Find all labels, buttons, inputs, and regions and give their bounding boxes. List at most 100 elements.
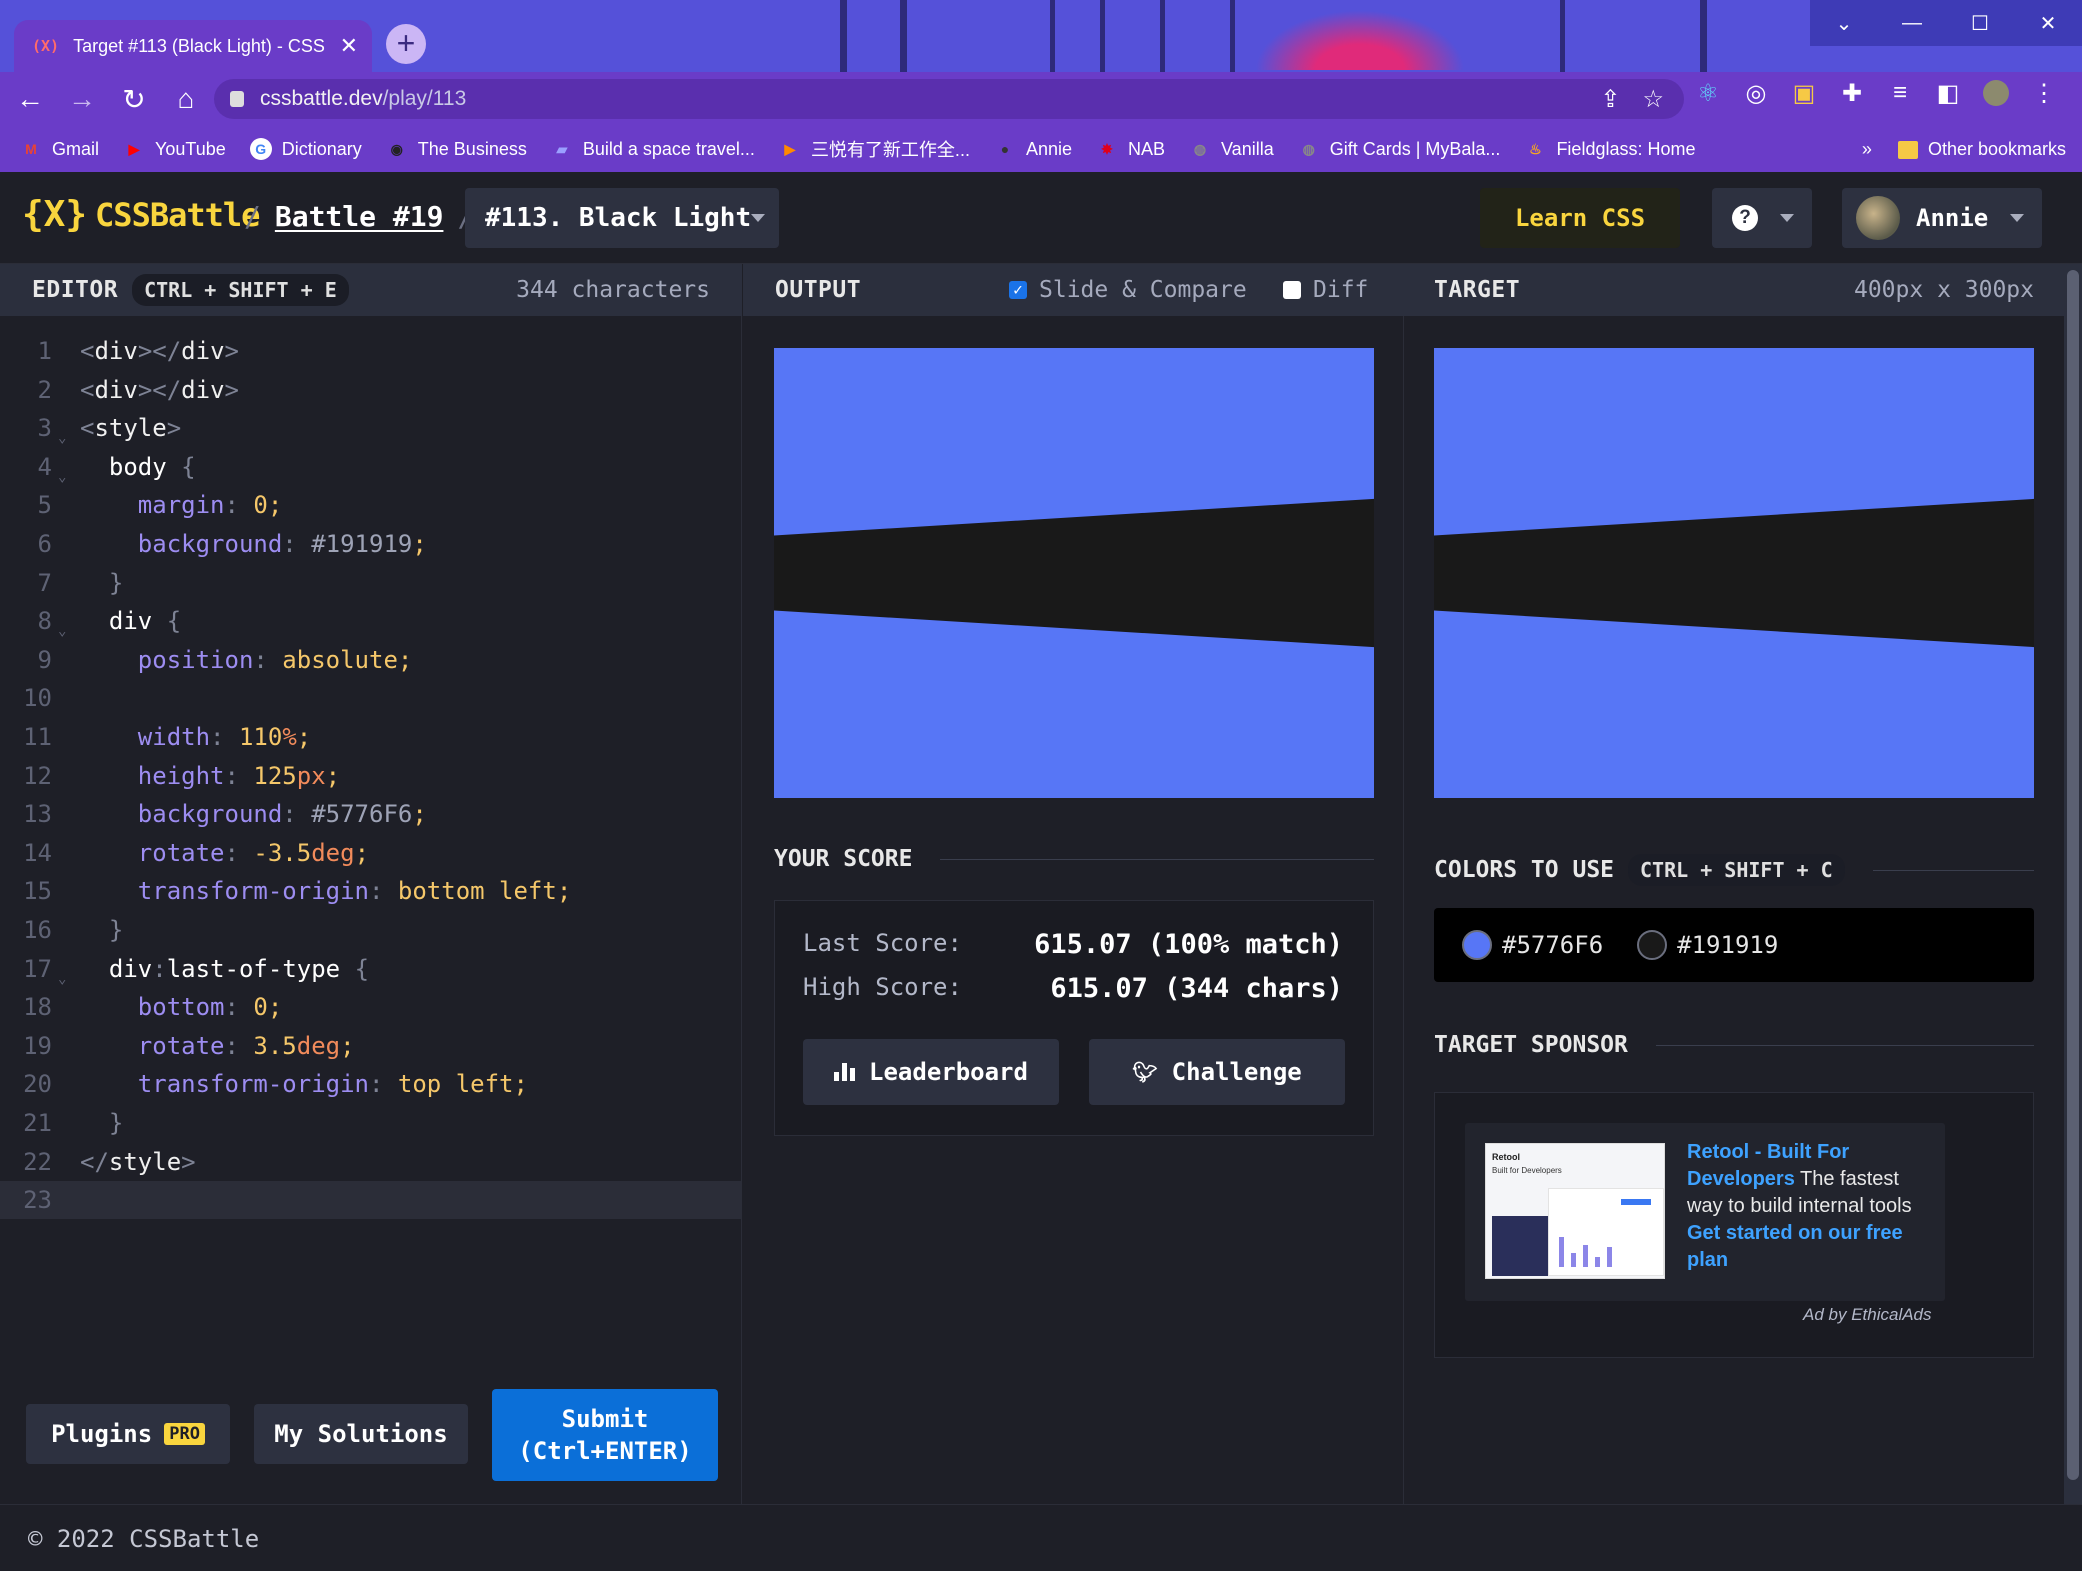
editor-label: EDITOR [32,277,119,303]
code-line[interactable]: 10 [0,679,742,717]
nab-icon: ✸ [1101,141,1113,157]
slide-compare-toggle[interactable]: ✓ Slide & Compare [1009,277,1247,303]
cssbattle-logo[interactable]: {X} CSSBattle [22,194,260,235]
bookmark-item[interactable]: ♨ Fieldglass: Home [1524,138,1695,160]
play-icon: ▶ [784,141,796,157]
bookmark-item[interactable]: M Gmail [20,138,99,160]
bar-chart-icon [834,1063,856,1081]
help-menu-button[interactable]: ? [1712,188,1812,248]
code-text: transform-origin: bottom left; [137,877,572,906]
bookmark-item[interactable]: ▰ Build a space travel... [551,138,754,160]
home-icon[interactable]: ⌂ [164,83,208,115]
logo-mark: {X} [22,194,88,235]
media-control-icon[interactable]: ≡ [1887,79,1913,106]
leaderboard-button[interactable]: Leaderboard [803,1039,1059,1105]
page-scrollbar[interactable] [2064,264,2082,1504]
app-header: {X} CSSBattle / Battle #19 / #113. Black… [0,172,2082,264]
code-line[interactable]: 19 rotate: 3.5deg; [0,1027,742,1065]
code-text: } [108,916,124,944]
footer: © 2022 CSSBattle [0,1504,2082,1571]
bookmark-item[interactable]: ✸ NAB [1096,138,1165,160]
code-text: </style> [80,1147,196,1176]
code-line[interactable]: 18 bottom: 0; [0,988,742,1026]
bookmark-item[interactable]: ▶ 三悦有了新工作全... [779,136,970,162]
diff-toggle[interactable]: Diff [1283,277,1368,303]
ad-card[interactable]: Retool Built for Developers Retool - Bui… [1465,1123,1945,1301]
bookmark-item[interactable]: ◍ Vanilla [1189,138,1274,160]
forward-icon[interactable]: → [60,83,104,115]
ad-attribution[interactable]: Ad by EthicalAds [1803,1305,1932,1325]
bookmarks-overflow-icon[interactable]: » [1862,139,1872,160]
output-canvas[interactable] [774,348,1374,798]
my-solutions-button[interactable]: My Solutions [254,1404,468,1464]
code-line[interactable]: 20 transform-origin: top left; [0,1065,742,1103]
close-window-icon[interactable]: ✕ [2014,0,2082,46]
color-swatch-dark[interactable]: #191919 [1637,930,1778,960]
minimize-icon[interactable]: — [1878,0,1946,46]
code-line[interactable]: 12 height: 125px; [0,757,742,795]
bookmark-item[interactable]: ● Annie [994,138,1072,160]
learn-css-button[interactable]: Learn CSS [1480,188,1680,248]
new-tab-button[interactable]: + [386,24,426,64]
last-score-row: Last Score: 615.07 (100% match) [803,929,1343,960]
maximize-icon[interactable]: ☐ [1946,0,2014,46]
bookmark-item[interactable]: G Dictionary [249,138,362,160]
code-line[interactable]: 21 } [0,1104,742,1142]
target-selector[interactable]: #113. Black Light [465,188,779,248]
react-devtools-icon[interactable]: ⚛ [1695,80,1721,107]
address-bar[interactable]: cssbattle.dev/play/113 ⇪ ☆ [214,79,1684,119]
other-bookmarks[interactable]: Other bookmarks [1897,139,2066,160]
code-line[interactable]: 15 transform-origin: bottom left; [0,872,742,910]
bookmark-item[interactable]: ◉ The Business [386,138,527,160]
reload-icon[interactable]: ↻ [112,83,156,116]
slide-compare-checkbox[interactable]: ✓ [1009,281,1027,299]
target-canvas[interactable] [1434,348,2034,798]
bookmark-item[interactable]: ◍ Gift Cards | MyBala... [1298,138,1501,160]
scrollbar-thumb[interactable] [2067,270,2079,1480]
tab-search-icon[interactable]: ⌄ [1810,0,1878,46]
code-line[interactable]: 17 ⌄ div:last-of-type { [0,950,742,988]
bookmark-item[interactable]: ▶ YouTube [123,138,226,160]
puzzle-extensions-icon[interactable]: ✚ [1839,80,1865,107]
code-line[interactable]: 11 width: 110%; [0,718,742,756]
ad-text[interactable]: Retool - Built For Developers The fastes… [1687,1139,1935,1274]
bookmark-star-icon[interactable]: ☆ [1642,85,1664,114]
submit-button[interactable]: Submit (Ctrl+ENTER) [492,1389,718,1481]
code-line[interactable]: 22 </style> [0,1143,742,1181]
profile-avatar-icon[interactable] [1983,80,2009,106]
code-line[interactable]: 1 <div></div> [0,332,742,370]
user-name: Annie [1916,204,1989,232]
code-line[interactable]: 8 ⌄ div { [0,602,742,640]
code-line[interactable]: 2 <div></div> [0,371,742,409]
color-swatch-blue[interactable]: #5776F6 [1462,930,1603,960]
close-tab-icon[interactable]: ✕ [340,33,358,59]
battle-link[interactable]: Battle #19 [275,200,444,233]
code-line[interactable]: 4 ⌄ body { [0,448,742,486]
diff-checkbox[interactable] [1283,281,1301,299]
browser-menu-icon[interactable]: ⋮ [2031,80,2057,107]
code-line[interactable]: 6 background: #191919; [0,525,742,563]
globe-icon: ◍ [1193,141,1207,157]
code-line[interactable]: 9 position: absolute; [0,641,742,679]
code-line[interactable]: 23 [0,1181,742,1220]
code-line[interactable]: 3 ⌄ <style> [0,409,742,447]
code-editor[interactable]: 1 <div></div> 2 <div></div> 3 ⌄ <style> 4 ⌄ body… [0,316,742,1504]
target-extension-icon[interactable]: ◎ [1743,80,1769,107]
code-line[interactable]: 7 } [0,564,742,602]
cssbattle-favicon: (X) [32,37,60,55]
ad-image[interactable]: Retool Built for Developers [1485,1143,1665,1279]
code-line[interactable]: 13 background: #5776F6; [0,795,742,833]
share-icon[interactable]: ⇪ [1600,85,1620,114]
plugins-button[interactable]: Plugins PRO [26,1404,230,1464]
color-extension-icon[interactable]: ▣ [1791,80,1817,107]
code-line[interactable]: 14 rotate: -3.5deg; [0,834,742,872]
ad-cta[interactable]: Get started on our free plan [1687,1222,1903,1271]
code-line[interactable]: 16 } [0,911,742,949]
side-panel-icon[interactable]: ◧ [1935,80,1961,107]
code-line[interactable]: 5 margin: 0; [0,486,742,524]
high-score-value: 615.07 (344 chars) [1050,973,1343,1004]
challenge-button[interactable]: 🐦︎ Challenge [1089,1039,1345,1105]
browser-tab-active[interactable]: (X) Target #113 (Black Light) - CSSBa ✕ [14,20,372,72]
user-menu-button[interactable]: Annie [1842,188,2042,248]
back-icon[interactable]: ← [8,83,52,115]
